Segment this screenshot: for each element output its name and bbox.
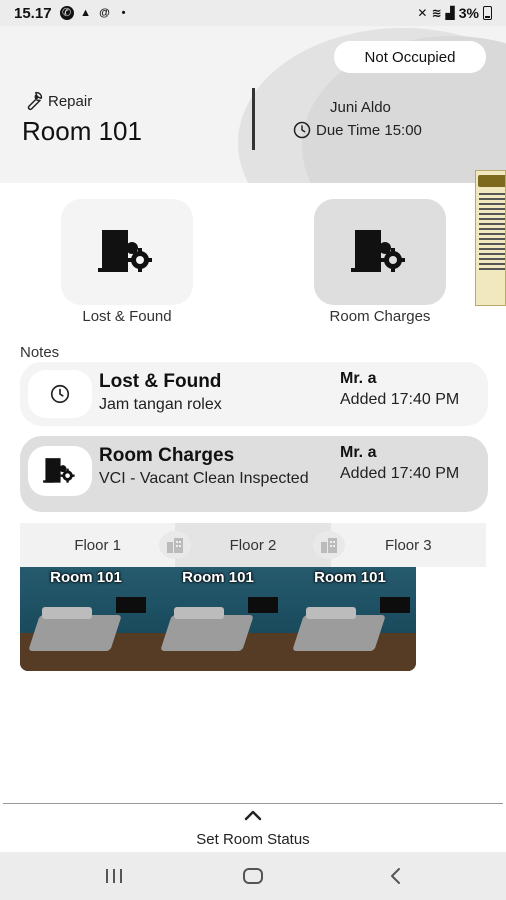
dot-icon: • [121,7,126,19]
mute-icon: ✕ [417,6,428,20]
tab-floor-3[interactable]: Floor 3 [331,523,486,567]
due-time: Due Time 15:00 [292,120,422,140]
door-gear-icon [43,458,75,483]
note-card-room-charges[interactable]: Room Charges VCI - Vacant Clean Inspecte… [20,436,488,512]
note-title: Lost & Found [99,371,222,392]
set-room-status-button[interactable]: Set Room Status [0,831,506,848]
recents-button[interactable] [102,864,126,888]
room-card[interactable]: Room 101 [152,567,284,671]
chevron-up-icon[interactable] [243,808,263,822]
floor-tabs: Floor 1 Floor 2 Floor 3 [20,523,486,567]
tab-floor-2[interactable]: Floor 2 [175,523,331,567]
room-charges-label: Room Charges [329,308,431,325]
note-author: Mr. a [340,370,377,387]
tab-floor-1[interactable]: Floor 1 [20,523,175,567]
wifi-icon: ≋ [431,6,442,20]
recents-icon [106,869,122,883]
lost-and-found-button[interactable] [61,199,193,305]
status-time: 15.17 [14,4,52,22]
room-card-label: Room 101 [182,569,254,586]
task-type: Repair [22,90,92,112]
room-header: Repair Room 101 Juni Aldo Due Time 15:00… [0,26,506,183]
back-icon [391,868,400,884]
task-label: Repair [48,92,93,110]
note-title: Room Charges [99,445,235,466]
room-card[interactable]: Room 101 [20,567,152,671]
note-icon-container [28,446,92,496]
notes-heading: Notes [20,344,60,361]
room-title: Room 101 [22,116,142,146]
signal-icon: ▟ [445,6,455,20]
note-timestamp: Added 17:40 PM [340,391,460,408]
tab-label: Floor 1 [74,536,121,554]
note-description: VCI - Vacant Clean Inspected [99,470,309,487]
occupancy-badge[interactable]: Not Occupied [334,41,486,73]
note-author: Mr. a [340,444,377,461]
tab-label: Floor 2 [229,536,277,554]
battery-text: 3% [458,5,479,21]
due-time-label: Due Time 15:00 [316,121,422,139]
warning-icon: ▲ [80,7,91,19]
whatsapp-icon: ✆ [59,6,74,20]
room-card[interactable]: Room 101 [284,567,416,671]
system-nav-bar [0,852,506,900]
bottom-sheet-divider [3,803,503,804]
lost-and-found-label: Lost & Found [82,308,172,325]
at-icon: @ [99,7,110,19]
occupant-name: Juni Aldo [330,99,391,116]
back-button[interactable] [384,864,408,888]
battery-icon [483,6,492,20]
room-charges-button[interactable] [314,199,446,305]
building-icon [313,531,345,559]
floating-document-thumbnail[interactable] [475,170,506,306]
home-button[interactable] [241,864,265,888]
door-gear-icon [98,230,152,272]
note-timestamp: Added 17:40 PM [340,465,460,482]
room-card-label: Room 101 [314,569,386,586]
thumbnail-lines [479,193,505,273]
note-description: Jam tangan rolex [99,396,222,413]
building-icon [159,531,191,559]
wrench-icon [27,91,43,111]
clock-icon [293,121,311,139]
door-gear-icon [351,230,405,272]
room-card-label: Room 101 [50,569,122,586]
thumbnail-header [478,175,505,187]
note-card-lost-and-found[interactable]: Lost & Found Jam tangan rolex Mr. a Adde… [20,362,488,426]
note-icon-container [28,370,92,418]
home-icon [243,868,263,884]
tab-label: Floor 3 [384,536,432,554]
header-divider [252,88,255,150]
status-bar: 15.17 ✆ ▲ @ • ✕ ≋ ▟ 3% [0,0,506,26]
clock-icon [50,384,70,404]
